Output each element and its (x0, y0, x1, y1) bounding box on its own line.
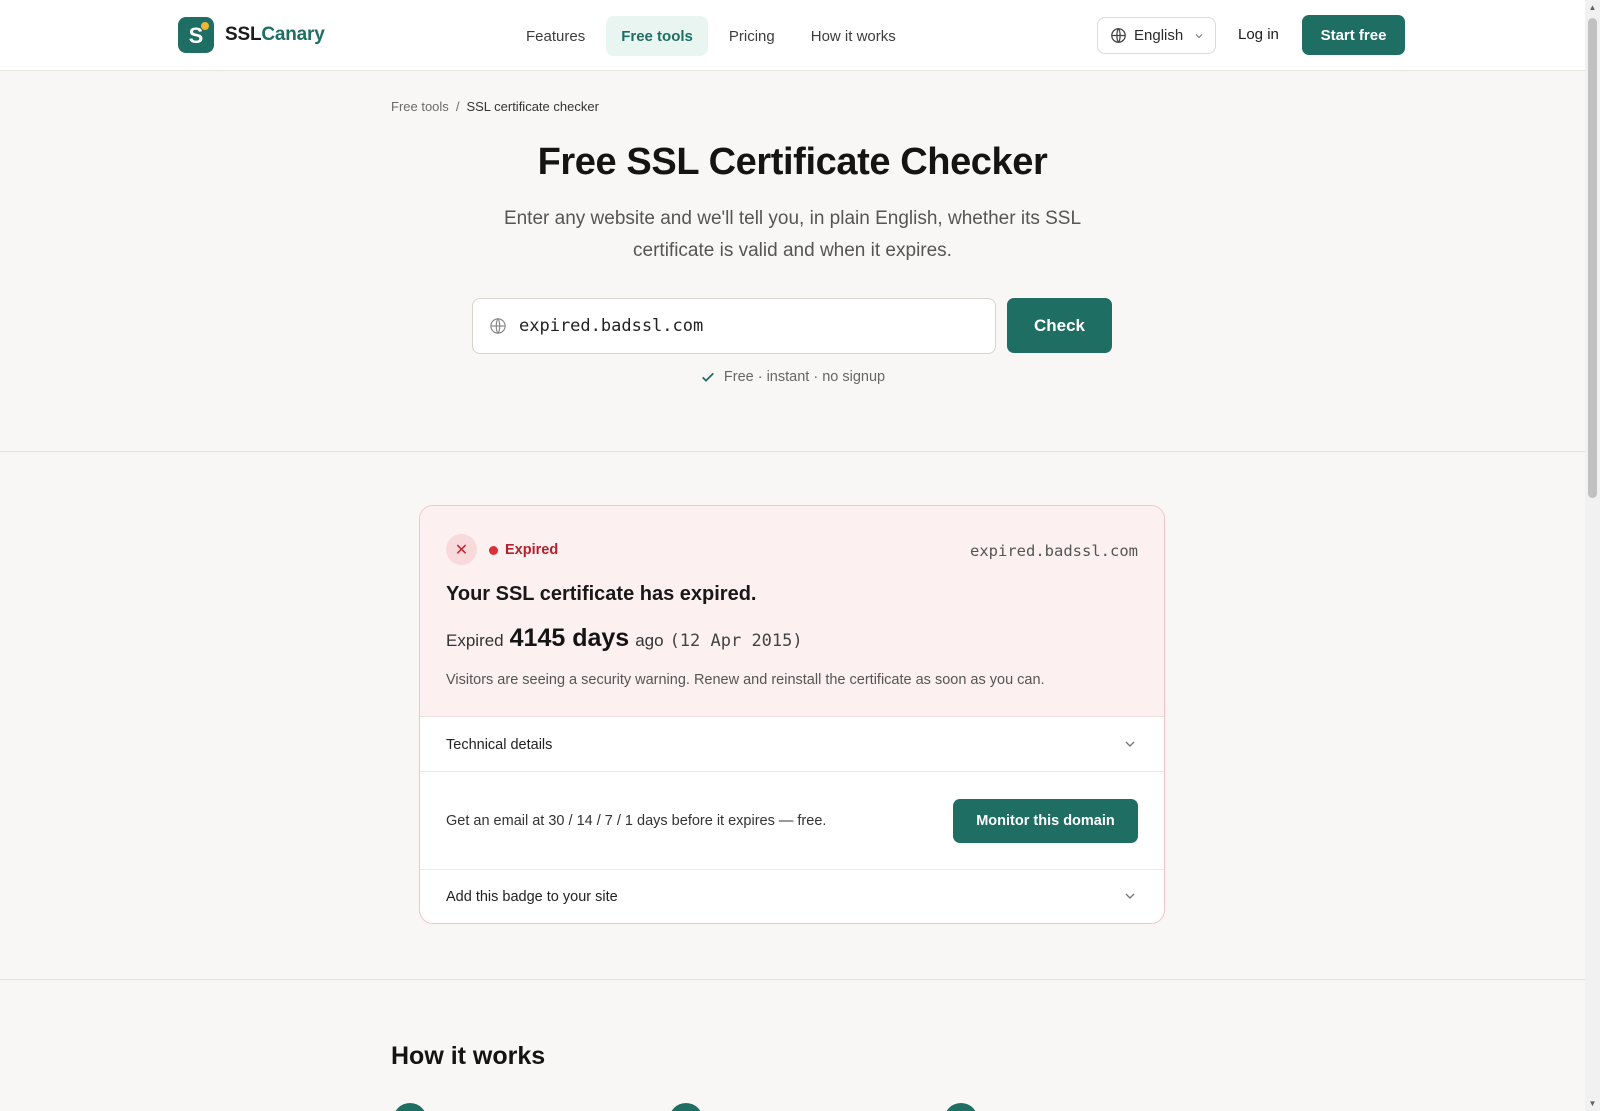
chevron-down-icon (1125, 741, 1135, 747)
globe-icon (490, 318, 506, 334)
add-badge-toggle[interactable]: Add this badge to your site (420, 870, 1164, 923)
error-x-icon: ✕ (446, 534, 477, 565)
nav-free-tools[interactable]: Free tools (606, 16, 708, 56)
status-label: Expired (505, 542, 559, 558)
how-it-works-title: How it works (391, 1042, 546, 1070)
scroll-down-arrow-icon[interactable]: ▼ (1588, 1099, 1597, 1108)
breadcrumb-current: SSL certificate checker (466, 99, 599, 114)
page-subtitle: Enter any website and we'll tell you, in… (503, 208, 1082, 261)
breadcrumb: Free tools / SSL certificate checker (391, 99, 599, 114)
section-divider (0, 979, 1585, 980)
expiry-info: Expired 4145 days ago (12 Apr 2015) (446, 624, 803, 652)
check-button[interactable]: Check (1007, 298, 1112, 353)
domain-input[interactable] (519, 316, 959, 336)
site-header: S SSLCanary Features Free tools Pricing … (0, 0, 1585, 71)
monitor-section: Get an email at 30 / 14 / 7 / 1 days bef… (420, 772, 1164, 870)
chevron-down-icon (1195, 33, 1203, 38)
checkmark-icon (701, 372, 714, 382)
monitor-text: Get an email at 30 / 14 / 7 / 1 days bef… (446, 813, 827, 829)
nav-how-it-works[interactable]: How it works (796, 16, 911, 56)
expired-days: 4145 days (509, 624, 630, 652)
section-divider (0, 451, 1585, 452)
login-link[interactable]: Log in (1238, 26, 1279, 43)
page-title: Free SSL Certificate Checker (537, 141, 1048, 183)
brand-mark-icon: S (178, 17, 214, 53)
language-selector[interactable]: English (1097, 17, 1216, 54)
security-warning: Visitors are seeing a security warning. … (446, 672, 1045, 688)
step-number-badge (669, 1103, 703, 1111)
result-title: Your SSL certificate has expired. (446, 583, 757, 605)
scroll-up-arrow-icon[interactable]: ▲ (1588, 3, 1597, 12)
breadcrumb-separator: / (455, 99, 460, 114)
brand-logo[interactable]: S SSLCanary (178, 17, 325, 53)
result-summary: ✕ Expired expired.badssl.com Your SSL ce… (420, 506, 1164, 717)
status-badge: Expired (489, 542, 558, 558)
language-label: English (1134, 27, 1184, 44)
step-number-badge (393, 1103, 427, 1111)
page-scrollbar[interactable]: ▲ ▼ (1585, 0, 1600, 1111)
expiry-date: (12 Apr 2015) (669, 631, 803, 651)
monitor-domain-button[interactable]: Monitor this domain (953, 799, 1138, 843)
hint-text: Free · instant · no signup (723, 369, 886, 385)
breadcrumb-free-tools[interactable]: Free tools (391, 99, 449, 114)
globe-icon (1111, 27, 1126, 44)
status-dot-icon (489, 545, 498, 555)
result-card: ✕ Expired expired.badssl.com Your SSL ce… (419, 505, 1165, 924)
domain-search-box[interactable] (472, 298, 996, 354)
step-number-badge (944, 1103, 978, 1111)
nav-pricing[interactable]: Pricing (714, 16, 790, 56)
scrollbar-thumb[interactable] (1588, 18, 1597, 498)
main-nav: Features Free tools Pricing How it works (511, 16, 911, 56)
brand-name: SSLCanary (225, 24, 325, 45)
technical-details-label: Technical details (446, 737, 553, 753)
free-hint: Free · instant · no signup (0, 369, 1585, 385)
checked-domain: expired.badssl.com (970, 542, 1138, 560)
start-free-button[interactable]: Start free (1302, 15, 1405, 55)
nav-features[interactable]: Features (511, 16, 600, 56)
add-badge-label: Add this badge to your site (446, 889, 618, 905)
chevron-down-icon (1125, 893, 1135, 899)
technical-details-toggle[interactable]: Technical details (420, 718, 1164, 772)
